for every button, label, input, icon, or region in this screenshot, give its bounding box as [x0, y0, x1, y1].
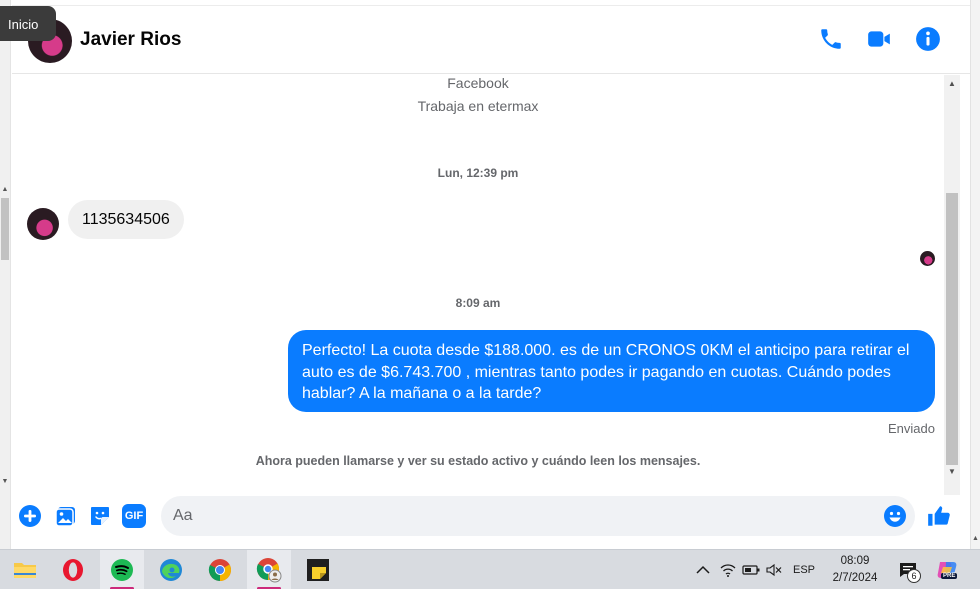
timestamp-divider: 8:09 am [455, 296, 501, 310]
emoji-icon[interactable] [883, 504, 907, 528]
edge-icon[interactable] [149, 550, 193, 589]
timestamp-divider: Lun, 12:39 pm [437, 166, 519, 180]
opera-icon[interactable] [51, 550, 95, 589]
read-receipt-avatar [920, 251, 935, 266]
clock-date: 2/7/2024 [832, 572, 878, 584]
phone-icon[interactable] [818, 26, 844, 52]
page-scrollbar-thumb[interactable] [1, 198, 9, 260]
file-explorer-icon[interactable] [3, 550, 47, 589]
home-tooltip: Inicio [0, 6, 56, 41]
show-hidden-icons-chevron-up-icon[interactable] [692, 550, 714, 589]
add-icon[interactable] [18, 504, 42, 528]
profile-platform: Facebook [447, 75, 509, 91]
notification-count-badge: 6 [907, 569, 921, 583]
chat-scrollbar-thumb[interactable] [946, 193, 958, 465]
system-clock[interactable]: 08:09 2/7/2024 [822, 553, 888, 587]
preview-badge: PRE [941, 573, 958, 579]
message-status: Enviado [888, 421, 935, 436]
incoming-message[interactable]: 1135634506 [68, 200, 184, 239]
scroll-down-arrow-icon[interactable]: ▼ [0, 478, 10, 486]
notification-center-icon[interactable]: 6 [894, 550, 922, 589]
page-scrollbar-right[interactable]: ▲ [970, 0, 980, 549]
chrome-profile-icon[interactable] [247, 550, 291, 589]
windows-taskbar: ESP 08:09 2/7/2024 6 PRE [0, 549, 980, 589]
scroll-up-arrow-icon[interactable]: ▲ [0, 186, 10, 194]
battery-icon[interactable] [740, 550, 762, 589]
input-language[interactable]: ESP [790, 550, 818, 589]
system-notice: Ahora pueden llamarse y ver su estado ac… [255, 454, 701, 468]
scroll-up-arrow-icon[interactable]: ▲ [944, 79, 960, 88]
gif-icon[interactable]: GIF [122, 504, 146, 528]
message-list: Facebook Trabaja en etermax Lun, 12:39 p… [12, 75, 944, 495]
video-call-icon[interactable] [866, 26, 892, 52]
page-scrollbar[interactable]: ▲ ▼ [0, 0, 11, 549]
copilot-icon[interactable]: PRE [932, 550, 962, 589]
conversation-header: Javier Rios [12, 6, 970, 74]
sticky-notes-icon[interactable] [296, 550, 340, 589]
scroll-down-arrow-icon[interactable]: ▼ [944, 467, 960, 476]
profile-work: Trabaja en etermax [417, 98, 539, 114]
chrome-icon[interactable] [198, 550, 242, 589]
message-input[interactable] [161, 496, 915, 536]
contact-name[interactable]: Javier Rios [80, 29, 181, 51]
chat-scrollbar[interactable]: ▲ ▼ [944, 75, 960, 495]
spotify-icon[interactable] [100, 550, 144, 589]
image-icon[interactable] [54, 504, 78, 528]
scroll-up-arrow-icon[interactable]: ▲ [971, 535, 980, 542]
sender-avatar[interactable] [27, 208, 59, 240]
message-composer: GIF [12, 495, 970, 549]
wifi-icon[interactable] [717, 550, 739, 589]
sticker-icon[interactable] [88, 504, 112, 528]
screen: ▲ ▼ Javier Rios Inicio Facebook Trabaja … [0, 0, 980, 589]
like-icon[interactable] [926, 503, 952, 529]
speaker-muted-icon[interactable] [763, 550, 785, 589]
outgoing-message[interactable]: Perfecto! La cuota desde $188.000. es de… [288, 330, 935, 412]
clock-time: 08:09 [840, 555, 870, 567]
info-icon[interactable] [915, 26, 941, 52]
